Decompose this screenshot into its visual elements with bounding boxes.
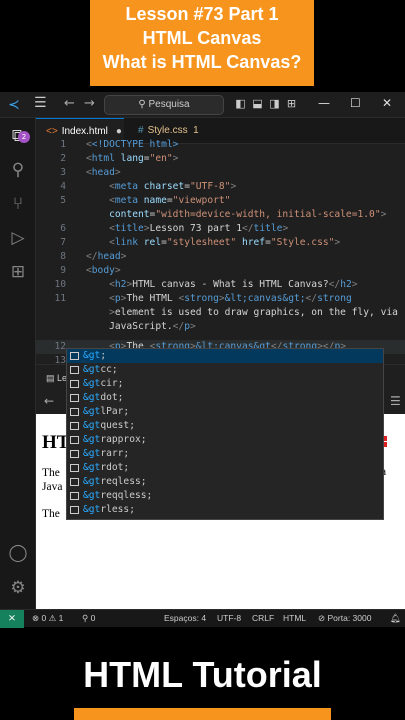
- snippet-icon: [70, 478, 79, 486]
- code-line: 8 </head>: [60, 251, 127, 262]
- magnifier-icon: ⚲: [138, 99, 146, 110]
- preview-back-icon[interactable]: ←: [44, 394, 54, 408]
- command-search[interactable]: ⚲ Pesquisa: [104, 95, 224, 115]
- indentation-status[interactable]: Espaços: 4: [164, 610, 206, 627]
- run-debug-icon[interactable]: ▷: [6, 226, 30, 250]
- suggestion-item[interactable]: &gtcc;: [67, 363, 383, 377]
- code-editor[interactable]: 1 <<!DOCTYPE html> 2 <html lang="en"> 3 <he…: [36, 139, 405, 366]
- preview-paragraph-2: The: [42, 508, 60, 520]
- toggle-secondary-sidebar-icon[interactable]: ◨: [266, 97, 283, 110]
- code-line: 11 <p>The HTML <strong>&lt;canvas&gt;</s…: [54, 293, 352, 304]
- source-control-icon[interactable]: ⑂: [6, 192, 30, 216]
- search-icon[interactable]: ⚲: [6, 158, 30, 182]
- code-line: 6 <title>Lesson 73 part 1</title>: [60, 223, 289, 234]
- ports-status[interactable]: ⚲ 0: [82, 610, 95, 627]
- snippet-icon: [70, 366, 79, 374]
- vscode-window: ≺ ☰ ← → ⚲ Pesquisa ◧⬓◨⊞ — ☐ ✕ ⧉ 2 ⚲ ⑂ ▷ …: [0, 92, 405, 628]
- snippet-icon: [70, 492, 79, 500]
- preview-icon: ▤: [46, 373, 55, 383]
- suggestion-item[interactable]: &gtrless;: [67, 503, 383, 517]
- back-arrow-icon[interactable]: ←: [64, 96, 75, 111]
- snippet-icon: [70, 408, 79, 416]
- code-line: JavaScript.</p>: [109, 321, 196, 332]
- snippet-icon: [70, 380, 79, 388]
- code-line: 1 <<!DOCTYPE html>: [60, 139, 179, 150]
- code-line: >element is used to draw graphics, on th…: [109, 307, 398, 318]
- suggestion-item[interactable]: &gtquest;: [67, 419, 383, 433]
- code-line: 10 <h2>HTML canvas - What is HTML Canvas…: [54, 279, 358, 290]
- encoding-status[interactable]: UTF-8: [217, 610, 241, 627]
- maximize-icon[interactable]: ☐: [350, 96, 361, 110]
- suggestion-item[interactable]: &gtdot;: [67, 391, 383, 405]
- title-bar: ≺ ☰ ← → ⚲ Pesquisa ◧ ⬓ ◨ ⊞ — ☐ ✕: [0, 92, 405, 118]
- snippet-icon: [70, 506, 79, 514]
- preview-menu-icon[interactable]: ☰: [390, 390, 401, 412]
- suggestion-item[interactable]: &gtrapprox;: [67, 433, 383, 447]
- suggestion-item[interactable]: &gtrarr;: [67, 447, 383, 461]
- code-line: 7 <link rel="stylesheet" href="Style.css…: [60, 237, 341, 248]
- banner-line-1: Lesson #73 Part 1: [125, 4, 279, 24]
- status-bar: ⨯ ⊗ 0 ⚠ 1 ⚲ 0 Espaços: 4 UTF-8 CRLF HTML…: [0, 609, 405, 628]
- suggestion-item[interactable]: &gt;: [67, 349, 383, 363]
- banner-line-3: What is HTML Canvas?: [102, 52, 302, 72]
- forward-arrow-icon[interactable]: →: [84, 96, 95, 111]
- minimize-icon[interactable]: —: [318, 96, 330, 110]
- settings-gear-icon[interactable]: ⚙: [6, 576, 30, 600]
- code-line: 5 <meta name="viewport": [60, 195, 231, 206]
- menu-icon[interactable]: ☰: [34, 95, 47, 111]
- code-line: 2 <html lang="en">: [60, 153, 179, 164]
- code-line: content="width=device-width, initial-sca…: [109, 209, 387, 220]
- css-file-icon: #: [138, 125, 144, 136]
- snippet-icon: [70, 352, 79, 360]
- snippet-icon: [70, 394, 79, 402]
- footer-title: HTML Tutorial: [83, 654, 322, 695]
- suggestion-item[interactable]: &gtreqqless;: [67, 489, 383, 503]
- broadcast-icon: ⚲: [82, 613, 89, 623]
- lesson-banner: Lesson #73 Part 1 HTML Canvas What is HT…: [90, 0, 314, 86]
- suggestion-item[interactable]: &gtrdot;: [67, 461, 383, 475]
- html-file-icon: <>: [46, 126, 58, 137]
- customize-layout-icon[interactable]: ⊞: [283, 97, 300, 110]
- activity-bar: ⧉ 2 ⚲ ⑂ ▷ ⊞ ◯ ⚙: [0, 118, 36, 609]
- snippet-icon: [70, 436, 79, 444]
- explorer-badge: 2: [18, 131, 30, 143]
- snippet-icon: [70, 422, 79, 430]
- code-line: 4 <meta charset="UTF-8">: [60, 181, 237, 192]
- toggle-sidebar-icon[interactable]: ◧: [232, 97, 249, 110]
- code-line: 9 <body>: [60, 265, 121, 276]
- suggestion-item[interactable]: &gtcir;: [67, 377, 383, 391]
- footer-accent-bar: [74, 708, 331, 720]
- search-label: Pesquisa: [148, 99, 190, 110]
- layout-controls: ◧ ⬓ ◨ ⊞: [232, 97, 300, 110]
- no-signal-icon: ⊘: [318, 613, 326, 623]
- extensions-icon[interactable]: ⊞: [6, 260, 30, 284]
- code-line: 3 <head>: [60, 167, 121, 178]
- autocomplete-suggestions[interactable]: &gt; &gtcc; &gtcir; &gtdot; &gtlPar; &gt…: [66, 348, 384, 520]
- error-icon: ⊗: [32, 613, 40, 623]
- live-server-status[interactable]: ⊘ Porta: 3000: [318, 610, 371, 627]
- tab-label: Style.css: [147, 125, 188, 136]
- modified-dot[interactable]: ●: [116, 126, 122, 137]
- account-icon[interactable]: ◯: [6, 541, 30, 565]
- warning-icon: ⚠: [48, 613, 57, 623]
- vscode-logo-icon: ≺: [8, 97, 20, 113]
- snippet-icon: [70, 464, 79, 472]
- close-icon[interactable]: ✕: [382, 96, 392, 110]
- suggestion-item[interactable]: &gtlPar;: [67, 405, 383, 419]
- problems-status[interactable]: ⊗ 0 ⚠ 1: [32, 610, 63, 627]
- remote-indicator-icon[interactable]: ⨯: [0, 610, 24, 628]
- toggle-panel-icon[interactable]: ⬓: [249, 97, 266, 110]
- tab-label: Index.html: [61, 126, 108, 137]
- problem-count: 1: [193, 125, 199, 136]
- snippet-icon: [70, 450, 79, 458]
- eol-status[interactable]: CRLF: [252, 610, 274, 627]
- notifications-bell-icon[interactable]: 🔔︎: [390, 610, 401, 627]
- language-mode-status[interactable]: HTML: [283, 610, 306, 627]
- banner-line-2: HTML Canvas: [142, 28, 262, 48]
- suggestion-item[interactable]: &gtreqless;: [67, 475, 383, 489]
